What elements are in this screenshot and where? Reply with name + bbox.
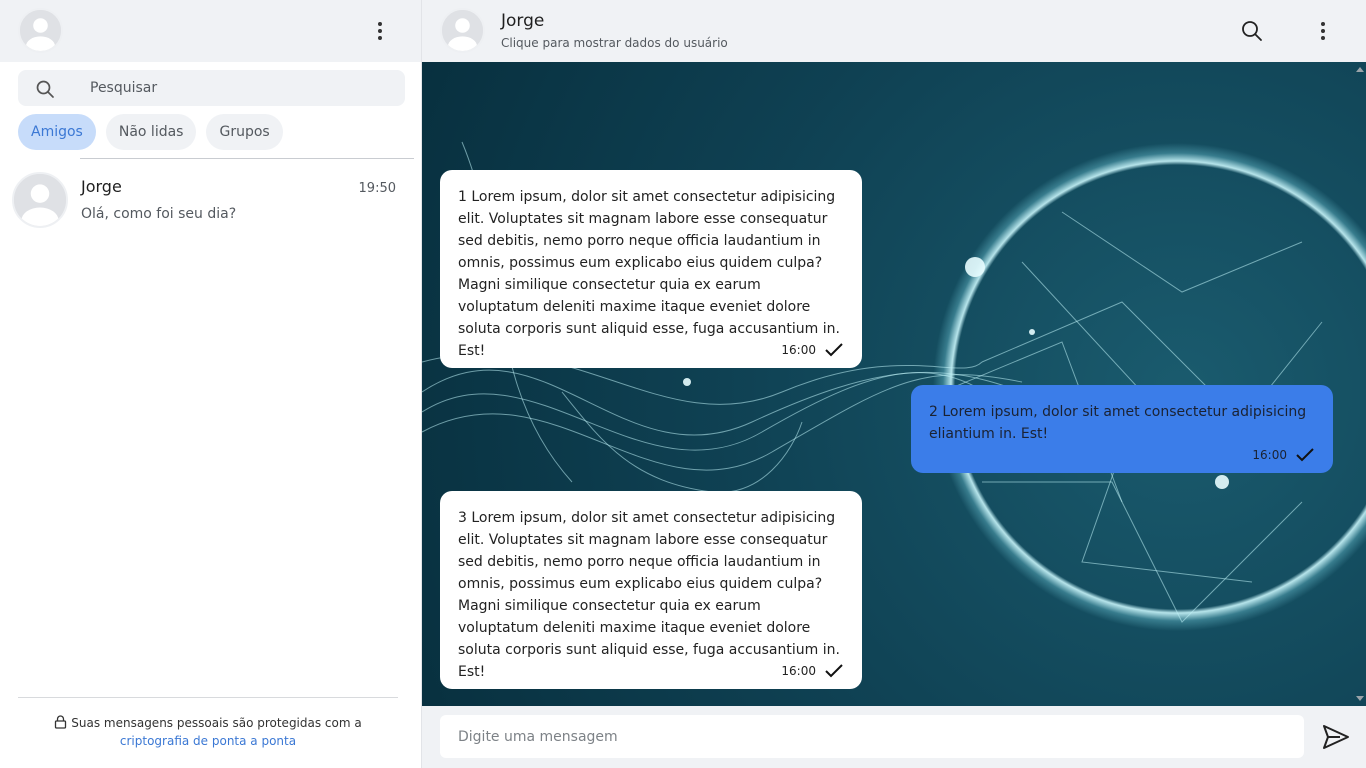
search-icon[interactable] [1241, 20, 1263, 42]
check-icon [825, 664, 843, 678]
search-input[interactable] [90, 76, 390, 100]
check-icon [1296, 448, 1314, 462]
message-text: 1 Lorem ipsum, dolor sit amet consectetu… [458, 189, 840, 359]
conversation-header[interactable]: Jorge Clique para mostrar dados do usuár… [422, 0, 1366, 62]
sidebar-header [0, 0, 421, 62]
sidebar-menu-icon[interactable] [368, 19, 392, 43]
lock-icon [55, 715, 67, 729]
filter-chip-amigos[interactable]: Amigos [18, 114, 96, 150]
message-scrollbar[interactable] [1353, 62, 1366, 706]
message-text: 3 Lorem ipsum, dolor sit amet consectetu… [458, 510, 840, 680]
message-bubble-incoming[interactable]: 3 Lorem ipsum, dolor sit amet consectetu… [440, 491, 862, 689]
search-icon[interactable] [35, 79, 55, 99]
scroll-down-arrow-icon[interactable] [1356, 696, 1364, 701]
encryption-text: Suas mensagens pessoais são protegidas c… [71, 716, 362, 730]
message-bubble-incoming[interactable]: 1 Lorem ipsum, dolor sit amet consectetu… [440, 170, 862, 368]
filter-chips: Amigos Não lidas Grupos [18, 114, 283, 150]
message-meta: 16:00 [1252, 444, 1315, 466]
scroll-up-arrow-icon[interactable] [1356, 67, 1364, 72]
message-time: 16:00 [781, 343, 816, 357]
message-time: 16:00 [781, 664, 816, 678]
chat-list-item[interactable]: Jorge 19:50 Olá, como foi seu dia? [0, 162, 421, 234]
contact-avatar [12, 172, 68, 228]
footer-divider [18, 697, 398, 698]
contact-name[interactable]: Jorge [501, 11, 544, 31]
avatar-placeholder-icon [20, 10, 61, 51]
contact-subtitle[interactable]: Clique para mostrar dados do usuário [501, 36, 728, 50]
message-composer [422, 706, 1366, 768]
chat-name: Jorge [81, 177, 122, 196]
message-area[interactable]: 1 Lorem ipsum, dolor sit amet consectetu… [422, 62, 1366, 706]
message-bubble-outgoing[interactable]: 2 Lorem ipsum, dolor sit amet consectetu… [911, 385, 1333, 473]
chat-preview: Olá, como foi seu dia? [81, 206, 237, 222]
sidebar: Amigos Não lidas Grupos Jorge 19:50 Olá,… [0, 0, 422, 768]
message-text: 2 Lorem ipsum, dolor sit amet consectetu… [929, 404, 1307, 442]
avatar-placeholder-icon [442, 10, 483, 51]
conversation-menu-icon[interactable] [1311, 19, 1335, 43]
send-icon[interactable] [1322, 724, 1350, 750]
my-avatar[interactable] [18, 8, 63, 53]
message-meta: 16:00 [781, 339, 844, 361]
contact-avatar[interactable] [440, 8, 485, 53]
filter-chip-grupos[interactable]: Grupos [206, 114, 283, 150]
message-time: 16:00 [1252, 448, 1287, 462]
encryption-notice: Suas mensagens pessoais são protegidas c… [18, 714, 398, 750]
encryption-link[interactable]: criptografia de ponta a ponta [120, 734, 296, 748]
message-input[interactable] [440, 715, 1304, 758]
message-meta: 16:00 [781, 660, 844, 682]
check-icon [825, 343, 843, 357]
search-bar [18, 70, 405, 106]
divider [80, 158, 414, 159]
filter-chip-nao-lidas[interactable]: Não lidas [105, 114, 197, 150]
conversation-panel: Jorge Clique para mostrar dados do usuár… [422, 0, 1366, 768]
chat-time: 19:50 [358, 181, 396, 196]
avatar-placeholder-icon [14, 174, 66, 226]
